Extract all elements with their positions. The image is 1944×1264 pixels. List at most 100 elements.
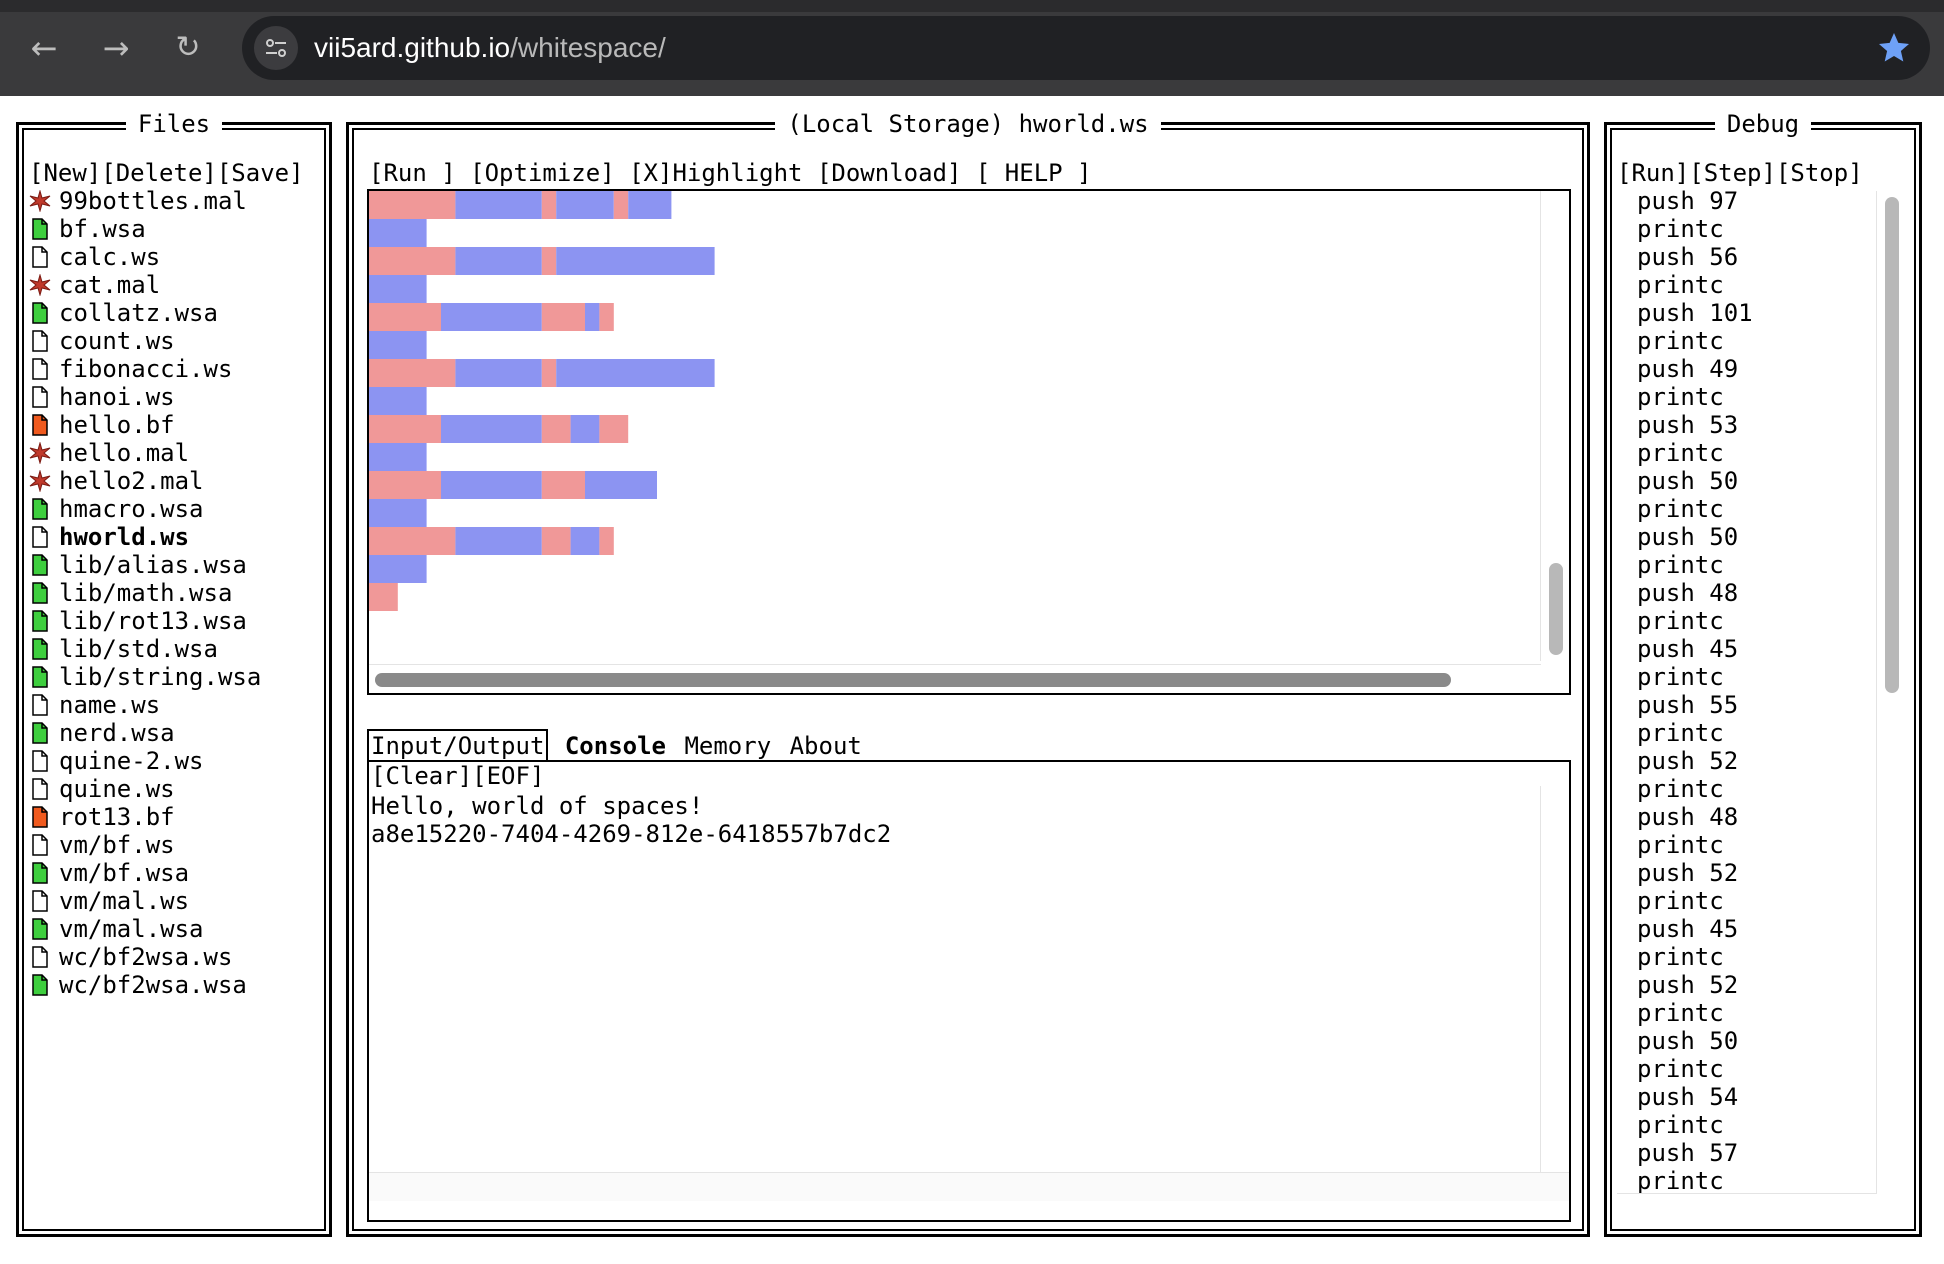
file-item[interactable]: vm/mal.wsa [29,915,319,943]
debug-stop-button[interactable]: [Stop] [1776,159,1863,187]
instruction-row[interactable]: push 55 [1637,691,1887,719]
file-item[interactable]: hello2.mal [29,467,319,495]
instruction-row[interactable]: push 50 [1637,1027,1887,1055]
bookmark-star-icon[interactable] [1876,30,1912,66]
instruction-row[interactable]: printc [1637,775,1887,803]
instruction-row[interactable]: push 56 [1637,243,1887,271]
instruction-row[interactable]: printc [1637,327,1887,355]
instruction-row[interactable]: printc [1637,271,1887,299]
forward-arrow-icon[interactable]: → [98,30,134,66]
file-item[interactable]: name.ws [29,691,319,719]
instruction-row[interactable]: printc [1637,719,1887,747]
instruction-row[interactable]: printc [1637,663,1887,691]
io-pane[interactable]: [Clear][EOF] Hello, world of spaces! a8e1… [367,760,1571,1222]
file-name: vm/mal.wsa [59,915,204,943]
file-item[interactable]: hello.bf [29,411,319,439]
space-run [369,359,456,387]
file-item[interactable]: lib/string.wsa [29,663,319,691]
file-item[interactable]: hello.mal [29,439,319,467]
file-item[interactable]: nerd.wsa [29,719,319,747]
file-item[interactable]: hmacro.wsa [29,495,319,523]
blank-file-icon [29,694,51,716]
run-button[interactable]: [Run ] [369,159,456,187]
clear-button[interactable]: [Clear] [371,762,472,790]
instruction-row[interactable]: printc [1637,1111,1887,1139]
instruction-row[interactable]: push 48 [1637,803,1887,831]
eof-button[interactable]: [EOF] [472,762,544,790]
instruction-row[interactable]: printc [1637,943,1887,971]
instruction-row[interactable]: printc [1637,607,1887,635]
file-item[interactable]: cat.mal [29,271,319,299]
file-item[interactable]: count.ws [29,327,319,355]
file-item[interactable]: lib/math.wsa [29,579,319,607]
instruction-row[interactable]: push 57 [1637,1139,1887,1167]
file-item[interactable]: fibonacci.ws [29,355,319,383]
address-bar[interactable]: vii5ard.github.io/whitespace/ [242,16,1930,80]
instruction-row[interactable]: printc [1637,215,1887,243]
instruction-row[interactable]: push 50 [1637,467,1887,495]
file-item[interactable]: wc/bf2wsa.ws [29,943,319,971]
instruction-row[interactable]: push 101 [1637,299,1887,327]
tab-console[interactable]: Console [563,731,668,761]
instruction-row[interactable]: printc [1637,999,1887,1027]
tab-memory[interactable]: Memory [682,731,773,761]
file-item[interactable]: lib/std.wsa [29,635,319,663]
file-item[interactable]: quine.ws [29,775,319,803]
tab-run [441,415,542,443]
instruction-row[interactable]: printc [1637,887,1887,915]
file-item[interactable]: bf.wsa [29,215,319,243]
instruction-row[interactable]: printc [1637,1055,1887,1083]
delete-file-button[interactable]: [Delete] [101,159,217,187]
tab-about[interactable]: About [788,731,864,761]
file-item[interactable]: lib/rot13.wsa [29,607,319,635]
io-vertical-scrollbar-track[interactable] [1540,786,1569,1172]
instruction-row[interactable]: printc [1637,551,1887,579]
help-button[interactable]: [ HELP ] [976,159,1092,187]
instruction-row[interactable]: push 48 [1637,579,1887,607]
instruction-row[interactable]: push 54 [1637,1083,1887,1111]
io-input-line[interactable] [369,1172,1569,1201]
back-arrow-icon[interactable]: ← [26,30,62,66]
file-item[interactable]: lib/alias.wsa [29,551,319,579]
instruction-row[interactable]: push 53 [1637,411,1887,439]
instruction-row[interactable]: push 52 [1637,971,1887,999]
file-item[interactable]: vm/bf.ws [29,831,319,859]
debug-run-button[interactable]: [Run] [1617,159,1689,187]
highlight-toggle[interactable]: [X]Highlight [629,159,802,187]
debug-vertical-scrollbar[interactable] [1885,197,1899,693]
instruction-row[interactable]: push 45 [1637,635,1887,663]
instruction-row[interactable]: printc [1637,831,1887,859]
instruction-row[interactable]: printc [1637,439,1887,467]
instruction-row[interactable]: push 97 [1637,187,1887,215]
instruction-row[interactable]: printc [1637,495,1887,523]
reload-icon[interactable]: ↻ [170,30,206,66]
download-button[interactable]: [Download] [817,159,962,187]
file-item[interactable]: 99bottles.mal [29,187,319,215]
file-item[interactable]: hanoi.ws [29,383,319,411]
instruction-row[interactable]: push 52 [1637,747,1887,775]
instruction-row[interactable]: push 50 [1637,523,1887,551]
url-text[interactable]: vii5ard.github.io/whitespace/ [314,16,666,80]
file-item[interactable]: quine-2.ws [29,747,319,775]
file-item[interactable]: wc/bf2wsa.wsa [29,971,319,999]
site-settings-icon[interactable] [254,26,298,70]
code-vertical-scrollbar[interactable] [1549,563,1563,655]
tab-input-output[interactable]: Input/Output [367,729,549,761]
file-item[interactable]: calc.ws [29,243,319,271]
file-item[interactable]: collatz.wsa [29,299,319,327]
instruction-row[interactable]: printc [1637,1167,1887,1195]
code-horizontal-scrollbar[interactable] [375,673,1451,687]
file-item[interactable]: vm/mal.ws [29,887,319,915]
new-file-button[interactable]: [New] [29,159,101,187]
file-item[interactable]: hworld.ws [29,523,319,551]
debug-step-button[interactable]: [Step] [1689,159,1776,187]
file-item[interactable]: vm/bf.wsa [29,859,319,887]
instruction-row[interactable]: printc [1637,383,1887,411]
instruction-row[interactable]: push 52 [1637,859,1887,887]
file-item[interactable]: rot13.bf [29,803,319,831]
instruction-row[interactable]: push 49 [1637,355,1887,383]
code-editor[interactable] [367,189,1571,695]
save-file-button[interactable]: [Save] [217,159,304,187]
optimize-button[interactable]: [Optimize] [470,159,615,187]
instruction-row[interactable]: push 45 [1637,915,1887,943]
